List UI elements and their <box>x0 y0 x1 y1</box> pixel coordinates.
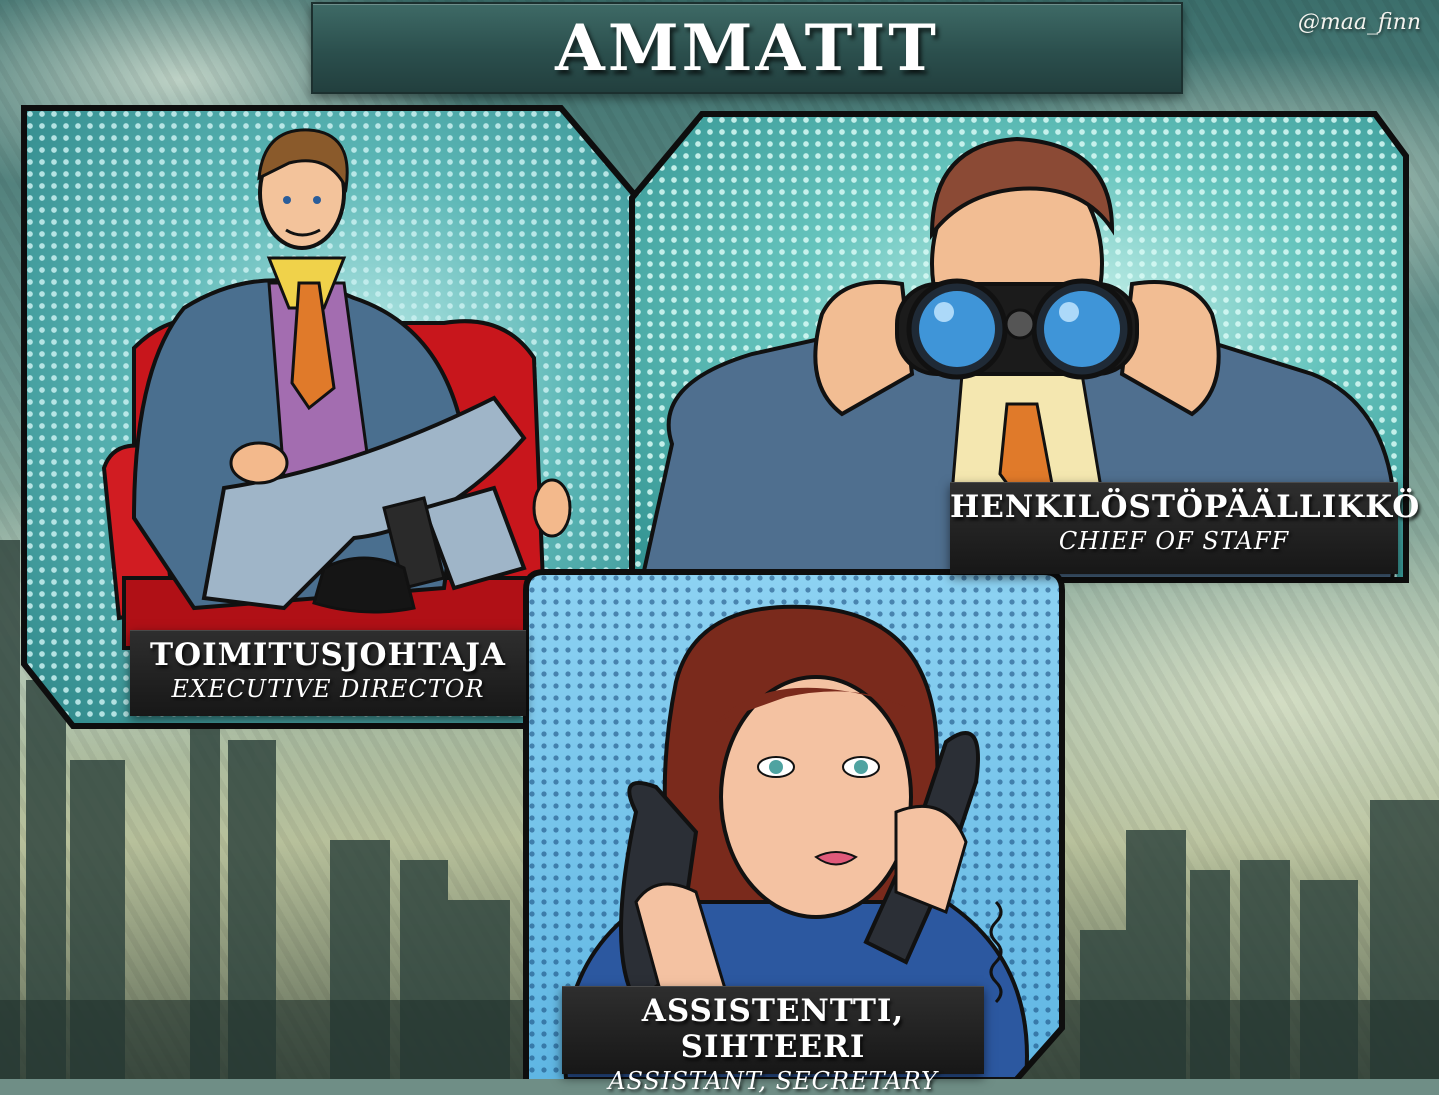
label-assistant-secretary: ASSISTENTTI, SIHTEERI ASSISTANT, SECRETA… <box>562 986 984 1095</box>
label-chief-of-staff: HENKILÖSTÖPÄÄLLIKKÖ CHIEF OF STAFF <box>950 482 1421 574</box>
title-banner: AMMATIT <box>311 2 1183 94</box>
label-executive-director: TOIMITUSJOHTAJA EXECUTIVE DIRECTOR <box>130 630 526 716</box>
page-title: AMMATIT <box>555 10 939 86</box>
job-title-english: CHIEF OF STAFF <box>1058 527 1290 555</box>
author-credit: @maa_finn <box>1297 10 1421 35</box>
job-title-english: EXECUTIVE DIRECTOR <box>171 675 485 703</box>
job-title-english: ASSISTANT, SECRETARY <box>608 1067 938 1095</box>
job-title-finnish: HENKILÖSTÖPÄÄLLIKKÖ <box>950 489 1421 525</box>
job-title-finnish: TOIMITUSJOHTAJA <box>150 637 506 673</box>
job-title-finnish: ASSISTENTTI, SIHTEERI <box>641 993 905 1065</box>
